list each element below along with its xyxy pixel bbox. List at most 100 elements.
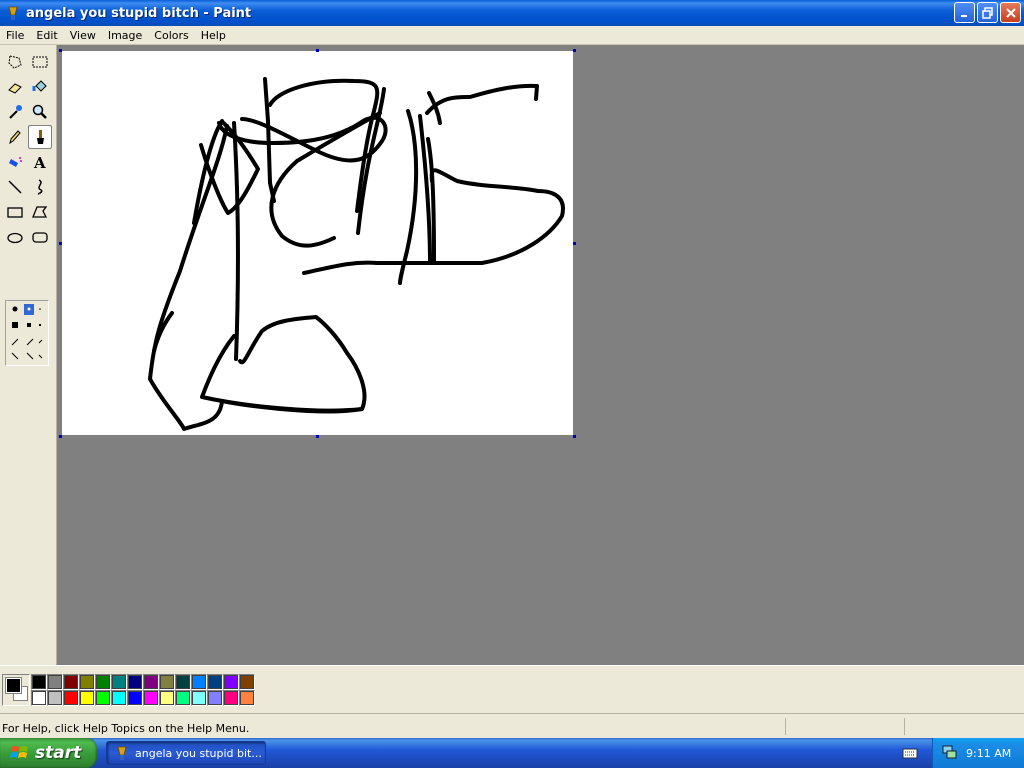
brush-icon	[37, 130, 44, 144]
free-form-select-icon	[8, 55, 22, 69]
tool-line[interactable]	[3, 175, 27, 199]
brush-shape-options[interactable]	[5, 300, 49, 366]
menu-file[interactable]: File	[0, 26, 30, 45]
curve-icon	[37, 179, 43, 195]
svg-text:A: A	[33, 154, 46, 171]
canvas-resize-handle[interactable]	[573, 242, 576, 245]
color-swatch[interactable]	[143, 674, 159, 690]
close-button[interactable]	[1000, 2, 1021, 23]
color-swatch[interactable]	[159, 674, 175, 690]
rectangle-icon	[7, 207, 23, 218]
taskbar-item-paint[interactable]: angela you stupid bit...	[106, 741, 266, 765]
color-swatch[interactable]	[95, 674, 111, 690]
tool-polygon[interactable]	[28, 200, 52, 224]
status-help-text: For Help, click Help Topics on the Help …	[2, 722, 250, 735]
tool-fill[interactable]	[28, 75, 52, 99]
tool-pencil[interactable]	[3, 125, 27, 149]
brush-shapes-icon	[11, 304, 43, 360]
polygon-icon	[32, 206, 48, 218]
color-swatch[interactable]	[111, 690, 127, 706]
freehand-scribble	[148, 77, 565, 431]
color-swatch[interactable]	[79, 674, 95, 690]
color-swatch[interactable]	[207, 690, 223, 706]
airbrush-icon	[9, 157, 22, 167]
canvas-resize-handle[interactable]	[316, 49, 319, 52]
canvas-resize-handle[interactable]	[573, 49, 576, 52]
status-bar: For Help, click Help Topics on the Help …	[0, 713, 1024, 738]
canvas-resize-handle[interactable]	[59, 49, 62, 52]
tool-ellipse[interactable]	[3, 225, 27, 249]
line-icon	[8, 180, 22, 194]
color-swatch[interactable]	[191, 674, 207, 690]
taskbar-item-label: angela you stupid bit...	[135, 746, 262, 760]
menu-colors[interactable]: Colors	[148, 26, 194, 45]
color-swatch[interactable]	[63, 690, 79, 706]
canvas-resize-handle[interactable]	[59, 242, 62, 245]
menu-bar: File Edit View Image Colors Help	[0, 26, 1024, 45]
tool-magnifier[interactable]	[28, 100, 52, 124]
tool-rectangle[interactable]	[3, 200, 27, 224]
restore-icon	[981, 6, 993, 19]
eyedropper-icon	[9, 105, 22, 119]
tool-eraser[interactable]	[3, 75, 27, 99]
drawing-canvas[interactable]	[62, 51, 573, 435]
color-swatch[interactable]	[175, 674, 191, 690]
menu-view[interactable]: View	[64, 26, 102, 45]
paint-app-icon	[117, 746, 127, 760]
color-swatch[interactable]	[31, 674, 47, 690]
color-swatch[interactable]	[31, 690, 47, 706]
window-title: angela you stupid bitch - Paint	[26, 5, 252, 21]
status-pane-divider	[904, 718, 905, 735]
start-button[interactable]: start	[0, 738, 97, 768]
color-swatch[interactable]	[127, 674, 143, 690]
minimize-button[interactable]	[954, 2, 975, 23]
tool-free-form-select[interactable]	[3, 50, 27, 74]
color-swatch[interactable]	[143, 690, 159, 706]
color-swatch[interactable]	[191, 690, 207, 706]
canvas-resize-handle[interactable]	[59, 435, 62, 438]
start-label: start	[35, 743, 82, 763]
tool-text[interactable]: A	[28, 150, 52, 174]
tool-airbrush[interactable]	[3, 150, 27, 174]
network-icon	[942, 745, 957, 758]
color-swatch[interactable]	[111, 674, 127, 690]
color-swatch[interactable]	[239, 674, 255, 690]
color-swatch[interactable]	[79, 690, 95, 706]
taskbar: start angela you stupid bit... 9:11 AM	[0, 738, 1024, 768]
rounded-rectangle-icon	[32, 232, 48, 243]
color-swatch[interactable]	[207, 674, 223, 690]
language-bar-icon[interactable]	[902, 746, 918, 763]
ellipse-icon	[7, 232, 23, 244]
color-swatch[interactable]	[239, 690, 255, 706]
color-swatch[interactable]	[175, 690, 191, 706]
color-swatch[interactable]	[223, 690, 239, 706]
maximize-button[interactable]	[977, 2, 998, 23]
menu-help[interactable]: Help	[195, 26, 232, 45]
system-tray: 9:11 AM	[932, 738, 1024, 768]
foreground-color-swatch[interactable]	[5, 677, 22, 694]
title-bar[interactable]: angela you stupid bitch - Paint	[0, 0, 1024, 26]
canvas-resize-handle[interactable]	[573, 435, 576, 438]
windows-logo-icon	[10, 746, 28, 758]
paint-app-icon[interactable]	[5, 5, 21, 21]
color-swatch[interactable]	[159, 690, 175, 706]
close-icon	[1005, 7, 1016, 18]
menu-image[interactable]: Image	[102, 26, 148, 45]
tool-rounded-rectangle[interactable]	[28, 225, 52, 249]
current-colors[interactable]	[2, 674, 30, 706]
tool-brush[interactable]	[28, 125, 52, 149]
tool-pick-color[interactable]	[3, 100, 27, 124]
color-swatch[interactable]	[223, 674, 239, 690]
color-swatch[interactable]	[47, 674, 63, 690]
color-box	[0, 665, 1024, 713]
color-swatch[interactable]	[127, 690, 143, 706]
clock[interactable]: 9:11 AM	[966, 747, 1011, 760]
color-swatch[interactable]	[47, 690, 63, 706]
color-swatch[interactable]	[95, 690, 111, 706]
tool-select[interactable]	[28, 50, 52, 74]
color-swatch[interactable]	[63, 674, 79, 690]
menu-edit[interactable]: Edit	[30, 26, 63, 45]
network-tray-icon[interactable]	[941, 744, 957, 763]
tool-curve[interactable]	[28, 175, 52, 199]
canvas-resize-handle[interactable]	[316, 435, 319, 438]
